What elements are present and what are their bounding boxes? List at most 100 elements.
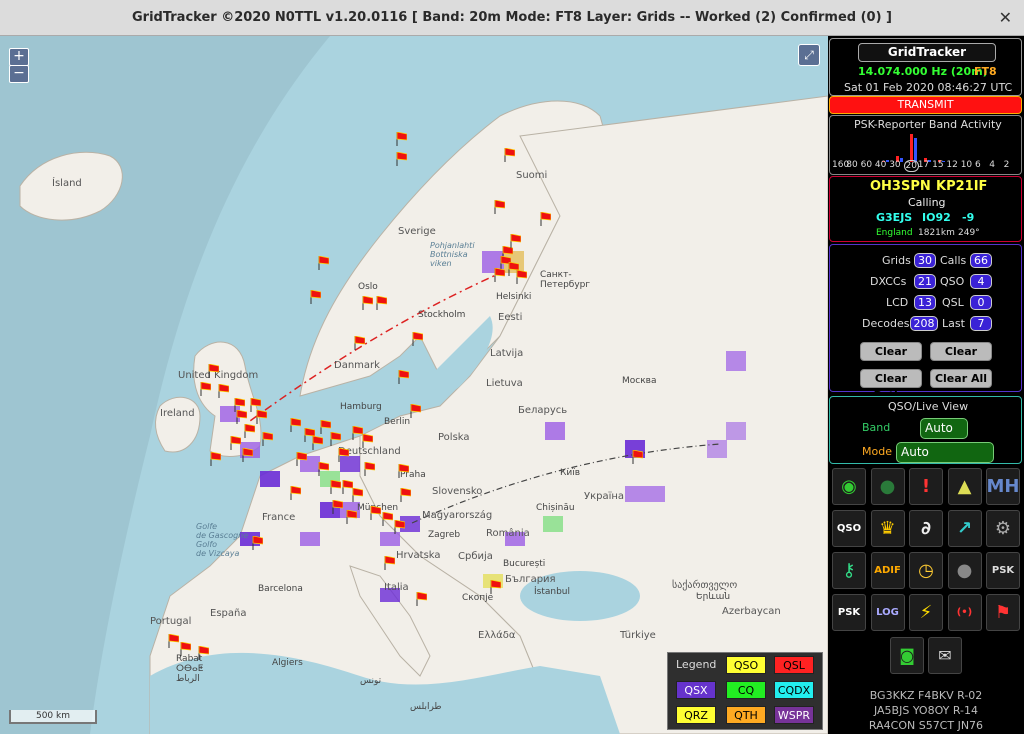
callsign-flag-icon[interactable] [346, 510, 357, 524]
psk-band-40[interactable]: 40 [875, 160, 886, 170]
psk24-icon[interactable]: PSK [832, 594, 866, 631]
callsign-flag-icon[interactable] [312, 436, 323, 450]
callsign-flag-icon[interactable] [398, 464, 409, 478]
decodes-count[interactable]: 208 [910, 316, 938, 331]
callsign-flag-icon[interactable] [362, 434, 373, 448]
last-count[interactable]: 7 [970, 316, 992, 331]
psk-band-6[interactable]: 6 [975, 160, 981, 170]
message-icon[interactable]: ✉ [928, 637, 962, 674]
transmit-indicator[interactable]: TRANSMIT [829, 96, 1022, 114]
qsl-count[interactable]: 0 [970, 295, 992, 310]
callsign-flag-icon[interactable] [364, 462, 375, 476]
wifi-icon[interactable]: ◉ [832, 468, 866, 505]
pin-icon[interactable]: ⚑ [986, 594, 1020, 631]
callsign-flag-icon[interactable] [230, 436, 241, 450]
callsign-flag-icon[interactable] [252, 536, 263, 550]
callsign-flag-icon[interactable] [382, 512, 393, 526]
callsign-flag-icon[interactable] [234, 398, 245, 412]
psk-band-2[interactable]: 2 [1004, 160, 1010, 170]
mode-select[interactable]: Auto [896, 442, 994, 463]
gear-icon[interactable]: ⚙ [986, 510, 1020, 547]
psk-spots-icon[interactable]: PSK [986, 552, 1020, 589]
callsign-flag-icon[interactable] [504, 148, 515, 162]
calls-count[interactable]: 66 [970, 253, 992, 268]
callsign-flag-icon[interactable] [362, 296, 373, 310]
callsign-flag-icon[interactable] [494, 200, 505, 214]
callsign-flag-icon[interactable] [354, 336, 365, 350]
psk-band-30[interactable]: 30 [889, 160, 900, 170]
chat-icon[interactable]: ◙ [890, 637, 924, 674]
callsign-flag-icon[interactable] [330, 480, 341, 494]
qso-live-icon[interactable]: QSO [832, 510, 866, 547]
callsign-flag-icon[interactable] [310, 290, 321, 304]
callsign-flag-icon[interactable] [210, 452, 221, 466]
ear-icon[interactable]: ∂ [909, 510, 943, 547]
callsign-flag-icon[interactable] [352, 488, 363, 502]
psk-band-12[interactable]: 12 [946, 160, 957, 170]
callsign-flag-icon[interactable] [250, 398, 261, 412]
clear-qso-button[interactable]: Clear QSO [930, 342, 992, 375]
psk-band-10[interactable]: 10 [961, 160, 972, 170]
callsign-flag-icon[interactable] [290, 486, 301, 500]
callsign-flag-icon[interactable] [318, 256, 329, 270]
psk-band-80[interactable]: 80 [846, 160, 857, 170]
callsign-flag-icon[interactable] [400, 488, 411, 502]
callsign-flag-icon[interactable] [256, 410, 267, 424]
key-icon[interactable]: ⚷ [832, 552, 866, 589]
moon-icon[interactable]: ● [947, 552, 982, 589]
callsign-flag-icon[interactable] [320, 420, 331, 434]
callsign-flag-icon[interactable] [200, 382, 211, 396]
callsign-flag-icon[interactable] [198, 646, 209, 660]
callsign-flag-icon[interactable] [540, 212, 551, 226]
lightning-icon[interactable]: ⚡ [909, 594, 943, 631]
callsign-flag-icon[interactable] [242, 448, 253, 462]
alert-icon[interactable]: ! [909, 468, 943, 505]
zoom-in-button[interactable]: + [9, 48, 29, 66]
callsign-flag-icon[interactable] [410, 404, 421, 418]
callsign-flag-icon[interactable] [494, 268, 505, 282]
clear-all-button[interactable]: Clear All [930, 369, 992, 388]
timer-icon[interactable]: ◷ [909, 552, 943, 589]
callsign-flag-icon[interactable] [296, 452, 307, 466]
callsign-flag-icon[interactable] [262, 432, 273, 446]
callsign-flag-icon[interactable] [244, 424, 255, 438]
adif-icon[interactable]: ADIF [870, 552, 905, 589]
callsign-flag-icon[interactable] [332, 500, 343, 514]
callsign-flag-icon[interactable] [338, 448, 349, 462]
callsign-flag-icon[interactable] [398, 370, 409, 384]
app-name-button[interactable]: GridTracker [858, 43, 996, 62]
callsign-flag-icon[interactable] [218, 384, 229, 398]
grids-count[interactable]: 30 [914, 253, 936, 268]
callsign-flag-icon[interactable] [510, 234, 521, 248]
callsign-flag-icon[interactable] [370, 506, 381, 520]
callsign-flag-icon[interactable] [396, 132, 407, 146]
fullscreen-icon[interactable]: ⤢ [798, 44, 820, 66]
road-icon[interactable]: ▲ [947, 468, 982, 505]
map-canvas[interactable] [0, 36, 828, 734]
callsign-flag-icon[interactable] [318, 462, 329, 476]
callsign-flag-icon[interactable] [412, 332, 423, 346]
callsign-flag-icon[interactable] [180, 642, 191, 656]
psk-band-17[interactable]: 17 [918, 160, 929, 170]
callsign-flag-icon[interactable] [516, 270, 527, 284]
lcd-count[interactable]: 13 [914, 295, 936, 310]
close-icon[interactable]: ✕ [999, 8, 1012, 27]
map-view[interactable]: + − ⤢ Ísland Suomi Sverige Oslo Санкт- П… [0, 36, 828, 734]
callsign-flag-icon[interactable] [208, 364, 219, 378]
log-qrz-icon[interactable]: LOG [870, 594, 905, 631]
psk-band-15[interactable]: 15 [932, 160, 943, 170]
callsign-flag-icon[interactable] [168, 634, 179, 648]
callsign-flag-icon[interactable] [236, 410, 247, 424]
trophy-icon[interactable]: ♛ [870, 510, 905, 547]
globe-icon[interactable]: ● [870, 468, 905, 505]
callsign-flag-icon[interactable] [396, 152, 407, 166]
clear-paths-button[interactable]: Clear Paths [860, 369, 922, 402]
dxccs-count[interactable]: 21 [914, 274, 936, 289]
callsign-flag-icon[interactable] [290, 418, 301, 432]
qso-count[interactable]: 4 [970, 274, 992, 289]
clear-live-button[interactable]: Clear Live [860, 342, 922, 375]
callsign-flag-icon[interactable] [330, 432, 341, 446]
zoom-out-button[interactable]: − [9, 65, 29, 83]
psk-band-20[interactable]: 20 [903, 160, 919, 172]
antenna-icon[interactable]: (•) [947, 594, 982, 631]
